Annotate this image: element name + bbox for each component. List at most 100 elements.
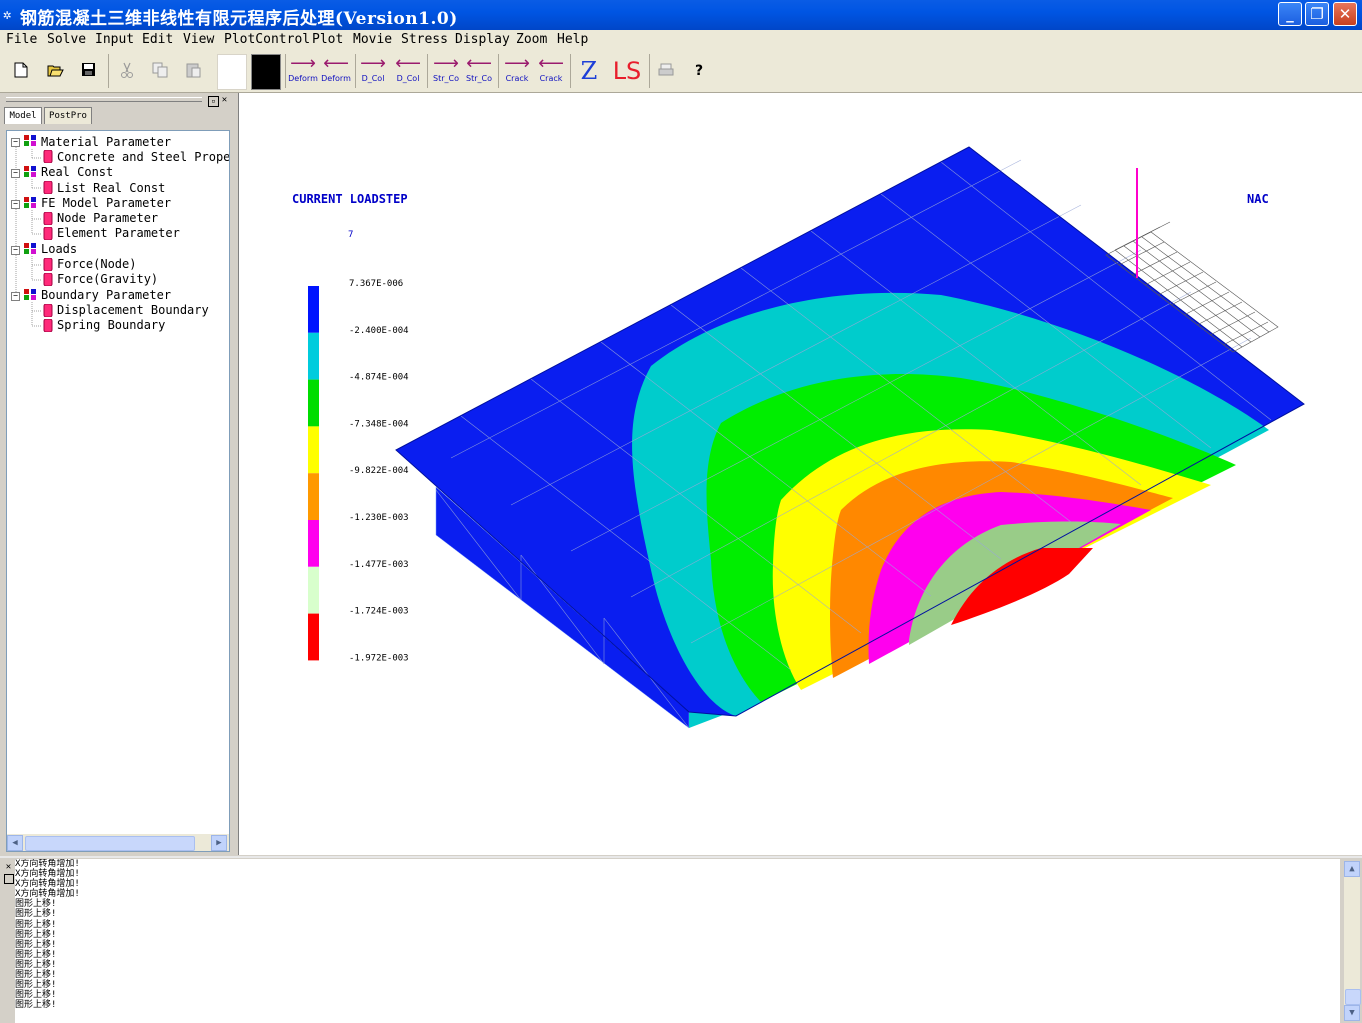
paste-icon[interactable] — [186, 62, 201, 78]
tree-item-loads[interactable]: Loads — [41, 242, 77, 257]
scroll-left-button[interactable]: ◀ — [7, 835, 23, 851]
menu-bar: File Solve Input Edit View PlotControl P… — [0, 30, 1362, 50]
log-line: 图形上移! — [15, 899, 57, 910]
collapse-toggle[interactable]: − — [11, 169, 20, 178]
close-button[interactable]: ✕ — [1333, 2, 1357, 26]
menu-plotcontrol[interactable]: PlotControl — [224, 32, 310, 47]
collapse-toggle[interactable]: − — [11, 138, 20, 147]
save-icon[interactable] — [81, 62, 96, 77]
restore-button[interactable]: ❐ — [1305, 2, 1329, 26]
black-background-button[interactable] — [251, 54, 281, 90]
scroll-up-button[interactable]: ▲ — [1344, 861, 1360, 877]
menu-plot[interactable]: Plot — [312, 32, 343, 47]
leaf-node-icon — [43, 227, 53, 240]
tree-item-spring-boundary[interactable]: Spring Boundary — [57, 318, 165, 333]
strco-back-button[interactable]: ⟵ Str_Co — [463, 54, 495, 88]
scroll-right-button[interactable]: ▶ — [211, 835, 227, 851]
output-vertical-scrollbar[interactable]: ▲ ▼ — [1344, 861, 1361, 1021]
legend-label: -7.348E-004 — [349, 419, 409, 429]
legend-label: 7.367E-006 — [349, 279, 403, 289]
log-line: X方向转角增加! — [15, 879, 80, 890]
menu-stress[interactable]: Stress — [401, 32, 448, 47]
scroll-thumb[interactable] — [25, 836, 195, 851]
tree-item-list-real-const[interactable]: List Real Const — [57, 181, 165, 196]
menu-edit[interactable]: Edit — [142, 32, 173, 47]
log-line: X方向转角增加! — [15, 869, 80, 880]
output-restore-button[interactable] — [4, 874, 14, 884]
window-title: 钢筋混凝土三维非线性有限元程序后处理(Version1.0) — [20, 9, 458, 29]
tree-item-element-parameter[interactable]: Element Parameter — [57, 226, 180, 241]
collapse-toggle[interactable]: − — [11, 200, 20, 209]
menu-zoom[interactable]: Zoom — [516, 32, 547, 47]
tree-item-force-gravity[interactable]: Force(Gravity) — [57, 272, 158, 287]
open-folder-icon[interactable] — [47, 63, 64, 77]
app-icon[interactable]: ✲ — [3, 7, 19, 23]
log-line: 图形上移! — [15, 959, 57, 970]
tree-item-real-const[interactable]: Real Const — [41, 165, 113, 180]
dcol-forward-button[interactable]: ⟶ D_Col — [358, 54, 388, 88]
tree-item-force-node[interactable]: Force(Node) — [57, 257, 136, 272]
tree-horizontal-scrollbar[interactable]: ◀ ▶ — [7, 834, 229, 851]
title-bar: ✲ 钢筋混凝土三维非线性有限元程序后处理(Version1.0) _ ❐ ✕ — [0, 0, 1362, 30]
legend-swatch — [308, 426, 319, 474]
leaf-node-icon — [43, 181, 53, 194]
ls-button[interactable]: LS — [608, 54, 646, 88]
tab-postpro[interactable]: PostPro — [44, 107, 92, 124]
menu-view[interactable]: View — [183, 32, 214, 47]
model-tree: − Material Parameter Concrete and Steel … — [6, 130, 230, 852]
deform-back-button[interactable]: ⟵ Deform — [320, 54, 352, 88]
scroll-thumb[interactable] — [1345, 989, 1361, 1005]
legend-swatch — [308, 286, 319, 333]
panel-grip[interactable] — [6, 97, 202, 102]
crack-back-button[interactable]: ⟵ Crack — [535, 54, 567, 88]
tree-item-boundary-parameter[interactable]: Boundary Parameter — [41, 288, 171, 303]
fe-contour-plot[interactable]: 7.367E-006 -2.400E-004 -4.874E-004 -7.348E-… — [239, 93, 1362, 855]
toolbar-separator — [498, 54, 499, 88]
output-close-button[interactable]: ✕ — [4, 863, 13, 872]
menu-movie[interactable]: Movie — [353, 32, 392, 47]
help-button[interactable]: ? — [690, 54, 708, 88]
copy-icon[interactable] — [152, 62, 168, 78]
tree-item-concrete-steel[interactable]: Concrete and Steel Proper — [57, 150, 229, 165]
leaf-node-icon — [43, 212, 53, 225]
tree-item-displacement-boundary[interactable]: Displacement Boundary — [57, 303, 209, 318]
panel-restore-button[interactable]: ▫ — [208, 96, 219, 107]
tab-model[interactable]: Model — [4, 107, 42, 124]
log-line: 图形上移! — [15, 909, 57, 920]
collapse-toggle[interactable]: − — [11, 292, 20, 301]
deform-forward-button[interactable]: ⟶ Deform — [288, 54, 318, 88]
tree-item-fe-model-parameter[interactable]: FE Model Parameter — [41, 196, 171, 211]
arrow-left-icon: ⟵ — [466, 53, 492, 74]
leaf-node-icon — [43, 304, 53, 317]
menu-solve[interactable]: Solve — [47, 32, 86, 47]
toolbar-separator — [427, 54, 428, 88]
folder-node-icon — [24, 135, 36, 146]
arrow-left-icon: ⟵ — [323, 53, 349, 74]
menu-display[interactable]: Display — [455, 32, 510, 47]
plot-viewport[interactable]: 7.367E-006 -2.400E-004 -4.874E-004 -7.348E-… — [238, 93, 1362, 855]
tree-item-node-parameter[interactable]: Node Parameter — [57, 211, 158, 226]
leaf-node-icon — [43, 273, 53, 286]
collapse-toggle[interactable]: − — [11, 246, 20, 255]
menu-help[interactable]: Help — [557, 32, 588, 47]
menu-file[interactable]: File — [6, 32, 37, 47]
minimize-button[interactable]: _ — [1278, 2, 1302, 26]
dcol-back-button[interactable]: ⟵ D_Col — [392, 54, 424, 88]
cut-icon[interactable] — [120, 62, 134, 78]
new-file-icon[interactable] — [14, 62, 28, 78]
print-icon[interactable] — [658, 63, 674, 77]
white-background-button[interactable] — [217, 54, 247, 90]
tree-item-material-parameter[interactable]: Material Parameter — [41, 135, 171, 150]
strco-forward-button[interactable]: ⟶ Str_Co — [430, 54, 462, 88]
left-panel: ▫ ✕ Model PostPro − Material Parameter C… — [0, 93, 236, 855]
folder-node-icon — [24, 289, 36, 300]
folder-node-icon — [24, 243, 36, 254]
crack-forward-button[interactable]: ⟶ Crack — [501, 54, 533, 88]
z-button[interactable]: Z — [574, 54, 604, 88]
menu-input[interactable]: Input — [95, 32, 134, 47]
scroll-down-button[interactable]: ▼ — [1344, 1005, 1360, 1021]
arrow-right-icon: ⟶ — [504, 53, 530, 74]
legend-swatch — [308, 613, 319, 661]
log-line: 图形上移! — [15, 970, 57, 981]
panel-close-button[interactable]: ✕ — [220, 96, 229, 105]
